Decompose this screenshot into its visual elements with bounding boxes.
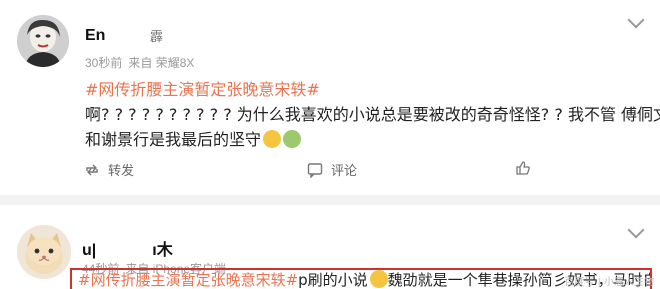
post-text-line: 和谢景行是我最后的坚守 (85, 130, 262, 149)
username[interactable]: u| ı木 (82, 236, 173, 260)
username-suffix: ı木 (152, 242, 173, 259)
repost-button[interactable]: 转发 (84, 160, 134, 181)
user-badge: 霹 (150, 29, 164, 44)
username-text: u| (82, 242, 97, 259)
grin-emoji-icon (369, 270, 388, 288)
comment-icon (307, 162, 323, 181)
post-time: 30秒前 (85, 56, 123, 70)
topic-link[interactable]: #网传折腰主演暂定张晚意宋轶# (78, 271, 298, 289)
chevron-down-icon[interactable] (627, 221, 645, 239)
avatar[interactable] (17, 225, 71, 279)
comment-button[interactable]: 评论 (307, 160, 357, 181)
post-text-line: 啊? ? ? ? ? ? ? ? ? ? 为什么我喜欢的小说总是要被改的奇奇怪怪… (85, 105, 660, 124)
post-content: #网传折腰主演暂定张晚意宋轶# 啊? ? ? ? ? ? ? ? ? ? 为什么… (85, 77, 660, 152)
thumbs-up-icon (515, 160, 531, 179)
topic-link[interactable]: #网传折腰主演暂定张晚意宋轶# (85, 80, 320, 99)
watermark: 百度号 | 小意人生物 (564, 277, 654, 288)
repost-icon (84, 162, 100, 181)
post-card: En 霹 30秒前 来自 荣耀8X #网传折腰主演暂定张晚意宋轶# 啊? ? ? … (0, 0, 660, 195)
chevron-down-icon[interactable] (627, 11, 645, 29)
sick-emoji-icon (283, 130, 302, 148)
post-meta: 30秒前 来自 荣耀8X (85, 54, 194, 71)
comment-label: 评论 (331, 163, 358, 178)
like-button[interactable] (515, 160, 539, 179)
post-source: 来自 荣耀8X (128, 56, 195, 70)
grin-emoji-icon (263, 130, 282, 148)
post-divider (0, 195, 660, 205)
username[interactable]: En (85, 27, 105, 45)
post-text: p刷的小说 (298, 271, 368, 289)
avatar[interactable] (17, 15, 69, 67)
repost-label: 转发 (108, 163, 135, 178)
